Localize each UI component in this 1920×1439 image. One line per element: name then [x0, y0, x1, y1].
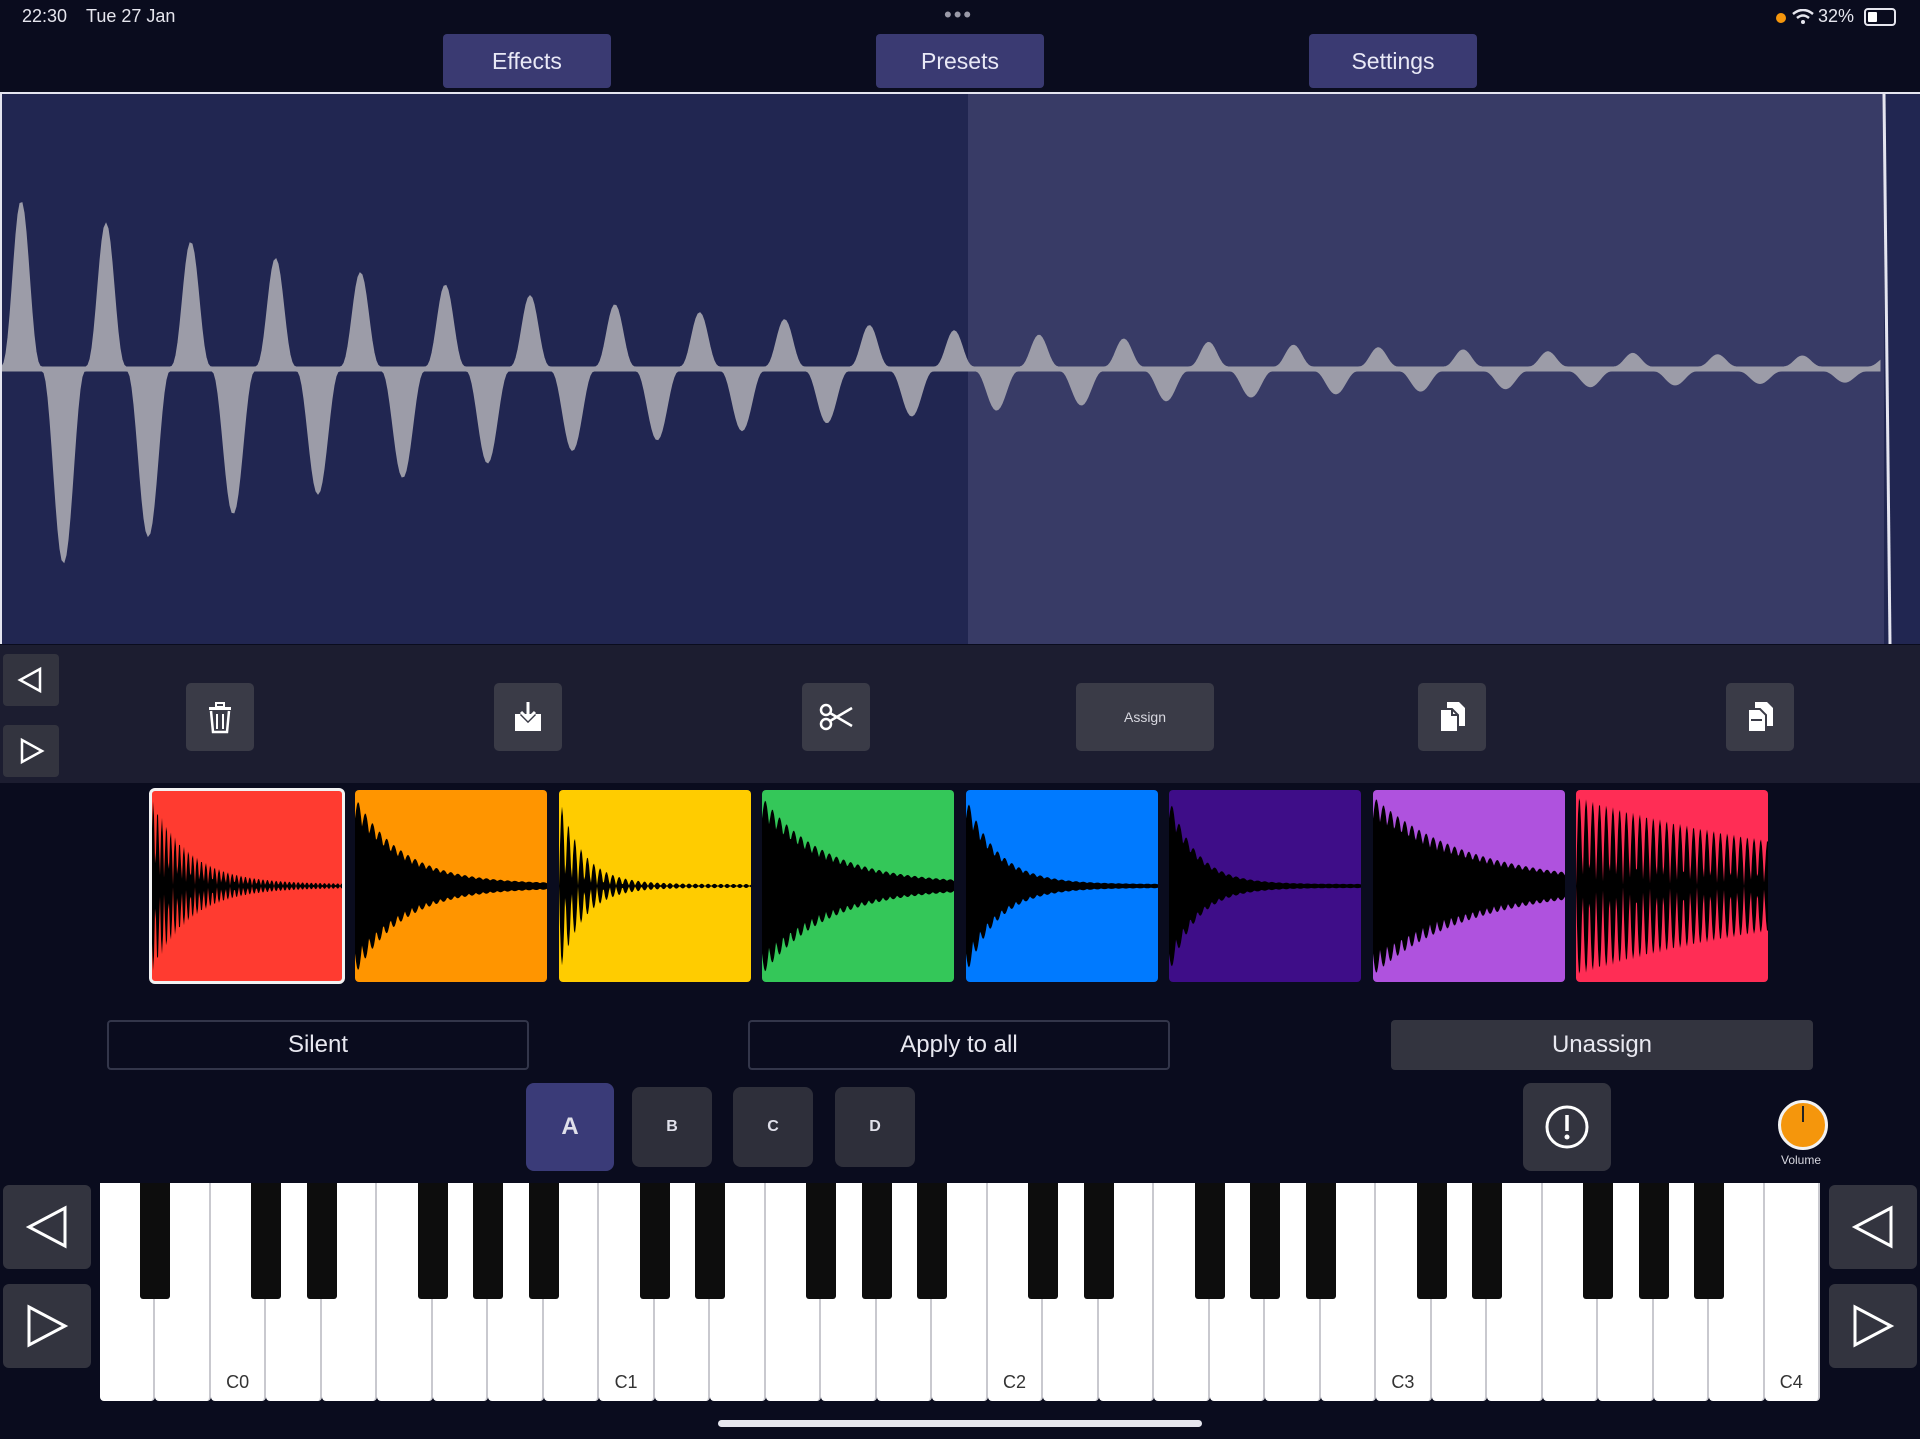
duplicate-icon: [1747, 702, 1773, 733]
black-key[interactable]: [1305, 1183, 1336, 1299]
black-key[interactable]: [306, 1183, 337, 1299]
wave-prev-button[interactable]: [3, 654, 59, 706]
black-key[interactable]: [1472, 1183, 1503, 1299]
toolbar: [0, 645, 1920, 783]
sample-pad-3[interactable]: [559, 790, 751, 982]
black-key[interactable]: [473, 1183, 504, 1299]
octave-label: C2: [1002, 1372, 1026, 1392]
sample-pad-5[interactable]: [966, 790, 1158, 982]
waveform: [0, 94, 1892, 644]
sample-pad-1[interactable]: [149, 788, 345, 984]
piano-keyboard[interactable]: C0 C1 C2 C3 C4: [100, 1183, 1820, 1401]
wave-next-button[interactable]: [3, 725, 59, 777]
triangle-left-icon: [1851, 1205, 1893, 1249]
exclamation-circle-icon: [1545, 1105, 1589, 1149]
black-key[interactable]: [1694, 1183, 1725, 1299]
black-key[interactable]: [1416, 1183, 1447, 1299]
black-key[interactable]: [1638, 1183, 1669, 1299]
sample-pad-4[interactable]: [762, 790, 954, 982]
start-marker[interactable]: [0, 94, 2, 644]
black-key[interactable]: [639, 1183, 670, 1299]
black-key[interactable]: [1083, 1183, 1114, 1299]
waveform-editor[interactable]: [0, 92, 1920, 644]
black-key[interactable]: [1250, 1183, 1281, 1299]
black-key[interactable]: [417, 1183, 448, 1299]
octave-label: C1: [614, 1372, 638, 1392]
multitask-dots[interactable]: •••: [944, 2, 973, 28]
silent-button[interactable]: Silent: [107, 1020, 529, 1070]
triangle-left-icon: [25, 1205, 67, 1249]
black-key[interactable]: [1028, 1183, 1059, 1299]
paste-button[interactable]: [1726, 683, 1794, 751]
trash-icon: [209, 702, 231, 734]
octave-label: C0: [226, 1372, 250, 1392]
sample-pad-6[interactable]: [1169, 790, 1361, 982]
tab-effects[interactable]: Effects: [443, 34, 611, 88]
alert-button[interactable]: [1523, 1083, 1611, 1171]
tray-download-icon: [515, 702, 541, 731]
unassign-button[interactable]: Unassign: [1391, 1020, 1813, 1070]
triangle-right-icon: [1853, 1304, 1895, 1348]
bank-c-button[interactable]: C: [733, 1087, 813, 1167]
delete-button[interactable]: [186, 683, 254, 751]
battery-percent: 32%: [1818, 6, 1855, 26]
bank-d-button[interactable]: D: [835, 1087, 915, 1167]
bank-b-button[interactable]: B: [632, 1087, 712, 1167]
recording-indicator-icon: [1776, 13, 1786, 23]
home-indicator[interactable]: [718, 1420, 1202, 1427]
status-time: 22:30: [22, 6, 68, 26]
status-date: Tue 27 Jan: [86, 6, 176, 26]
black-key[interactable]: [861, 1183, 892, 1299]
black-key[interactable]: [528, 1183, 559, 1299]
battery-icon: [1864, 8, 1896, 26]
octave-up-right-button[interactable]: [1829, 1284, 1917, 1368]
trim-button[interactable]: [802, 683, 870, 751]
white-key[interactable]: C4: [1764, 1183, 1820, 1401]
black-key[interactable]: [917, 1183, 948, 1299]
octave-label: C3: [1391, 1372, 1415, 1392]
sample-pad-8[interactable]: [1576, 790, 1768, 982]
triangle-right-icon: [20, 737, 45, 765]
black-key[interactable]: [140, 1183, 171, 1299]
octave-down-button[interactable]: [3, 1185, 91, 1269]
black-key[interactable]: [251, 1183, 282, 1299]
sample-pad-2[interactable]: [355, 790, 547, 982]
black-key[interactable]: [806, 1183, 837, 1299]
black-key[interactable]: [1194, 1183, 1225, 1299]
assign-button[interactable]: Assign: [1076, 683, 1214, 751]
tab-settings[interactable]: Settings: [1309, 34, 1477, 88]
volume-label: Volume: [1780, 1153, 1822, 1167]
octave-up-button[interactable]: [3, 1284, 91, 1368]
copy-icon: [1439, 702, 1465, 733]
volume-knob[interactable]: [1778, 1100, 1828, 1150]
octave-label: C4: [1779, 1372, 1803, 1392]
import-button[interactable]: [494, 683, 562, 751]
triangle-right-icon: [27, 1304, 69, 1348]
black-key[interactable]: [695, 1183, 726, 1299]
triangle-left-icon: [17, 666, 42, 694]
wifi-icon: [1792, 9, 1814, 24]
apply-to-all-button[interactable]: Apply to all: [748, 1020, 1170, 1070]
bank-a-button[interactable]: A: [526, 1083, 614, 1171]
octave-down-right-button[interactable]: [1829, 1185, 1917, 1269]
scissors-icon: [819, 703, 853, 731]
sample-pad-7[interactable]: [1373, 790, 1565, 982]
copy-button[interactable]: [1418, 683, 1486, 751]
tab-presets[interactable]: Presets: [876, 34, 1044, 88]
black-key[interactable]: [1583, 1183, 1614, 1299]
